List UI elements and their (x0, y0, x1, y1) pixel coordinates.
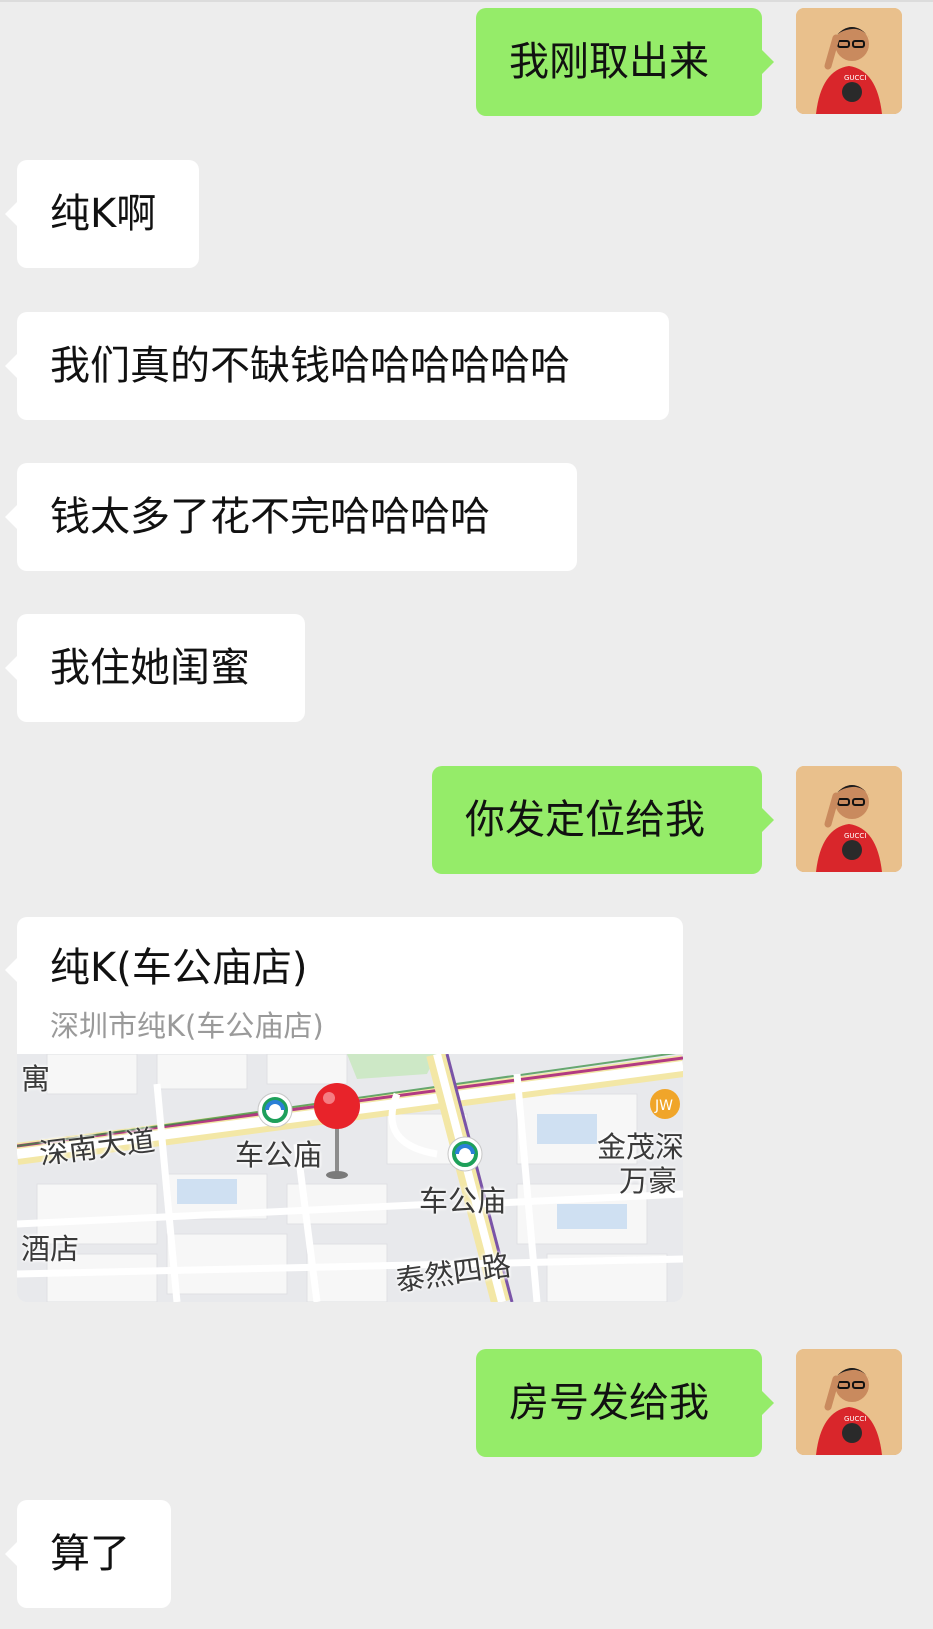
avatar-image: GUCCI (796, 1349, 902, 1455)
message-bubble-other[interactable]: 我住她闺蜜 (5, 614, 305, 722)
message-bubble-other[interactable]: 纯K啊 (5, 160, 199, 268)
location-message-card[interactable]: 纯K(车公庙店) 深圳市纯K(车公庙店) JW 寓 深南大道 车公庙 车公庙 金… (17, 917, 683, 1302)
map-graphic: JW (17, 1051, 683, 1302)
location-map-preview[interactable]: JW 寓 深南大道 车公庙 车公庙 金茂深 万豪 酒店 泰然四路 (17, 1051, 683, 1302)
location-bubble-tail (5, 958, 17, 982)
svg-text:GUCCI: GUCCI (844, 74, 866, 82)
avatar-image: GUCCI (796, 8, 902, 114)
svg-text:GUCCI: GUCCI (844, 832, 866, 840)
map-label-station-2: 车公庙 (419, 1184, 507, 1218)
svg-text:JW: JW (654, 1098, 673, 1114)
map-label-hotel: 酒店 (21, 1232, 80, 1266)
top-divider (0, 0, 933, 2)
map-label-station-1: 车公庙 (235, 1138, 323, 1172)
message-bubble-other[interactable]: 钱太多了花不完哈哈哈哈 (5, 463, 577, 571)
message-bubble-self[interactable]: 我刚取出来 (476, 8, 774, 116)
message-bubble-other[interactable]: 算了 (5, 1500, 171, 1608)
message-bubble-other[interactable]: 我们真的不缺钱哈哈哈哈哈哈 (5, 312, 669, 420)
message-bubble-self[interactable]: 你发定位给我 (432, 766, 774, 874)
svg-text:GUCCI: GUCCI (844, 1415, 866, 1423)
map-label-wanhao: 万豪 (619, 1164, 678, 1198)
map-label-apartment: 寓 (21, 1062, 51, 1096)
location-title: 纯K(车公庙店) (50, 945, 308, 991)
user-avatar-icon[interactable]: GUCCI (796, 1349, 902, 1455)
avatar-image: GUCCI (796, 766, 902, 872)
user-avatar-icon[interactable]: GUCCI (796, 8, 902, 114)
user-avatar-icon[interactable]: GUCCI (796, 766, 902, 872)
message-bubble-self[interactable]: 房号发给我 (476, 1349, 774, 1457)
location-address: 深圳市纯K(车公庙店) (50, 1009, 324, 1043)
